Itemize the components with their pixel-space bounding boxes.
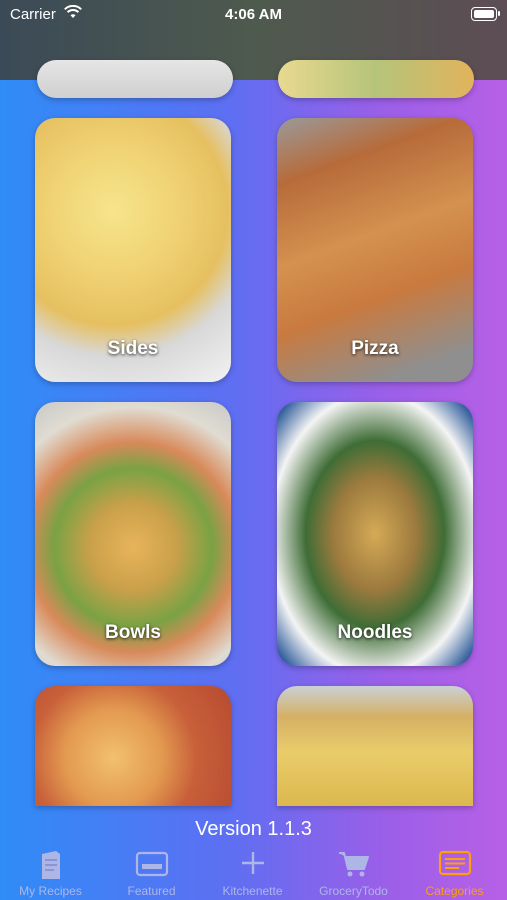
category-card-pizza[interactable]: Pizza [277,118,473,382]
category-label: Bowls [105,622,161,643]
category-card[interactable] [278,60,474,98]
tab-categories[interactable]: Categories [404,845,505,900]
card-icon [135,849,169,882]
tab-kitchenette[interactable]: Kitchenette [202,845,303,900]
category-label: Pizza [351,338,399,359]
tab-label: GroceryTodo [319,884,388,898]
category-card-sides[interactable]: Sides [35,118,231,382]
categories-icon [438,849,472,882]
tab-label: My Recipes [19,884,82,898]
category-card[interactable] [37,60,233,98]
cart-icon [337,849,371,884]
book-icon [39,849,63,886]
category-card[interactable] [277,686,473,806]
version-label: Version 1.1.3 [195,818,312,840]
tab-grocery-todo[interactable]: GroceryTodo [303,845,404,900]
tab-my-recipes[interactable]: My Recipes [0,845,101,900]
tab-label: Categories [425,884,484,898]
category-card[interactable] [35,686,231,806]
tab-label: Kitchenette [222,884,283,898]
battery-icon [471,7,500,21]
clock: 4:06 AM [225,6,282,23]
tab-bar: My Recipes Featured Kitchenette GroceryT… [0,845,507,900]
category-card-noodles[interactable]: Noodles [277,402,473,666]
category-card-bowls[interactable]: Bowls [35,402,231,666]
category-label: Sides [107,338,159,359]
tab-featured[interactable]: Featured [101,845,202,900]
tab-label: Featured [127,884,176,898]
plus-icon [239,849,267,882]
category-label: Noodles [337,622,413,643]
